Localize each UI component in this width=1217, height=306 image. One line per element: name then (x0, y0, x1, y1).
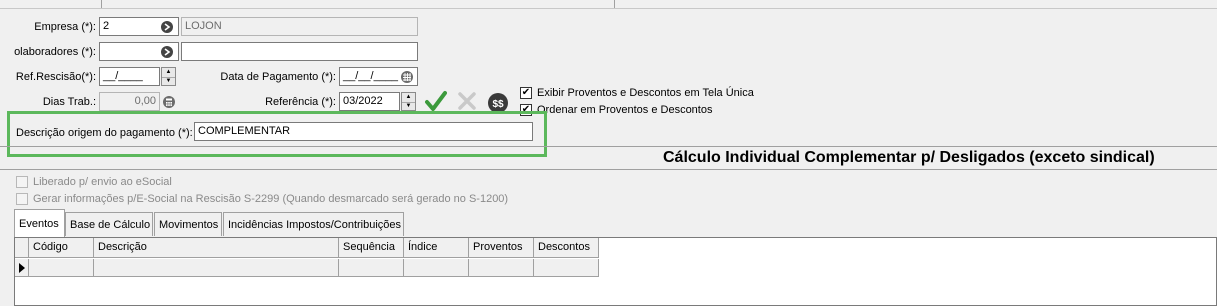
section-divider (0, 169, 1217, 170)
confirm-button[interactable] (424, 89, 448, 113)
calculator-icon (163, 96, 175, 108)
section-divider (0, 146, 1217, 147)
dias-trab-field: 0,00 (99, 92, 160, 111)
empresa-label: Empresa (*): (34, 21, 96, 33)
toolbar-separator (101, 0, 102, 8)
calendar-icon (401, 71, 413, 83)
referencia-input[interactable]: 03/2022 (339, 92, 400, 111)
gerar-esocial-checkbox[interactable] (16, 193, 28, 205)
spin-up-icon[interactable]: ▲ (162, 68, 175, 77)
checkmark-icon (425, 91, 447, 111)
tab-eventos[interactable]: Eventos (14, 209, 65, 237)
toolbar (0, 0, 1217, 9)
lookup-icon (161, 21, 173, 33)
lookup-icon (161, 46, 173, 58)
table-cell[interactable] (94, 259, 339, 277)
column-header-codigo[interactable]: Código (29, 238, 94, 258)
close-icon (458, 92, 476, 110)
column-header-descontos[interactable]: Descontos (534, 238, 599, 258)
toolbar-separator (614, 0, 615, 8)
table-cell[interactable] (404, 259, 469, 277)
liberado-esocial-label: Liberado p/ envio ao eSocial (33, 176, 172, 188)
page-title: Cálculo Individual Complementar p/ Desli… (663, 149, 1155, 166)
ref-rescisao-input[interactable]: __/____ (99, 67, 160, 86)
tab-base-calculo[interactable]: Base de Cálculo (65, 212, 153, 236)
spin-down-icon[interactable]: ▼ (162, 76, 175, 86)
liberado-esocial-checkbox[interactable] (16, 176, 28, 188)
ref-rescisao-label: Ref.Rescisão(*): (15, 71, 96, 83)
svg-text:$$: $$ (492, 99, 504, 110)
spin-up-icon[interactable]: ▲ (402, 93, 415, 102)
current-row-arrow-icon (18, 262, 25, 273)
ordenar-label: Ordenar em Proventos e Descontos (537, 104, 713, 116)
empresa-name-field: LOJON (181, 17, 418, 36)
table-cell[interactable] (469, 259, 534, 277)
spin-down-icon[interactable]: ▼ (402, 101, 415, 111)
tab-movimentos[interactable]: Movimentos (154, 212, 222, 236)
row-indicator[interactable] (15, 259, 29, 277)
empresa-lookup-button[interactable] (158, 18, 176, 36)
table-cell[interactable] (29, 259, 94, 277)
row-indicator-header (15, 238, 29, 258)
events-grid[interactable]: Código Descrição Sequência Índice Proven… (14, 237, 1217, 306)
descricao-input[interactable]: COMPLEMENTAR (194, 122, 533, 141)
data-pagamento-label: Data de Pagamento (*): (220, 71, 336, 83)
descricao-label: Descrição origem do pagamento (*): (16, 127, 193, 139)
dias-trab-label: Dias Trab.: (42, 96, 96, 108)
referencia-label: Referência (*): (265, 96, 336, 108)
colaboradores-name-input[interactable] (181, 42, 418, 61)
column-header-indice[interactable]: Índice (404, 238, 469, 258)
column-header-descricao[interactable]: Descrição (94, 238, 339, 258)
calendar-button[interactable] (398, 68, 416, 86)
colaboradores-lookup-button[interactable] (158, 43, 176, 61)
ref-rescisao-spinner[interactable]: ▲ ▼ (161, 67, 176, 86)
column-header-sequencia[interactable]: Sequência (339, 238, 404, 258)
column-header-proventos[interactable]: Proventos (469, 238, 534, 258)
referencia-spinner[interactable]: ▲ ▼ (401, 92, 416, 111)
tab-incidencias[interactable]: Incidências Impostos/Contribuições (223, 212, 404, 236)
exibir-tela-unica-checkbox[interactable]: ✔ (520, 87, 532, 99)
table-cell[interactable] (534, 259, 599, 277)
calculator-button[interactable] (160, 93, 178, 111)
table-cell[interactable] (339, 259, 404, 277)
cancel-button[interactable] (455, 89, 479, 113)
gerar-esocial-label: Gerar informações p/E-Social na Rescisão… (33, 193, 509, 205)
exibir-tela-unica-label: Exibir Proventos e Descontos em Tela Úni… (537, 87, 754, 99)
colaboradores-label: olaboradores (*): (14, 46, 96, 58)
